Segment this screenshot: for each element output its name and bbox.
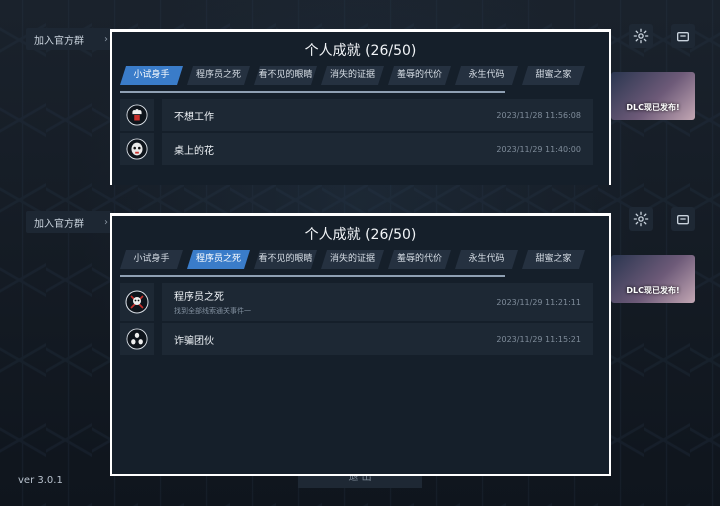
tabs-scroll-indicator — [120, 91, 505, 93]
tab-category-6[interactable]: 永生代码 — [455, 66, 518, 85]
dlc-banner-text: DLC现已发布! — [626, 103, 680, 112]
panel-title: 个人成就 (26/50) — [304, 227, 417, 243]
tab-category-1[interactable]: 小试身手 — [120, 250, 183, 269]
tab-category-6[interactable]: 永生代码 — [455, 250, 518, 269]
achievement-list: 不想工作 2023/11/28 11:56:08 桌上的花 2023/11/29… — [112, 99, 609, 165]
settings-button[interactable] — [629, 207, 653, 231]
tab-category-2[interactable]: 程序员之死 — [187, 250, 250, 269]
achievement-name: 诈骗团伙 — [174, 335, 214, 347]
mailbox-icon — [677, 215, 689, 225]
version-label: ver 3.0.1 — [18, 475, 63, 486]
mailbox-icon — [677, 31, 689, 42]
achievement-name: 不想工作 — [174, 111, 214, 123]
tabs-scroll-indicator — [120, 275, 505, 277]
join-group-label: 加入官方群 — [34, 218, 84, 230]
achievement-badge — [120, 99, 154, 131]
tab-category-5[interactable]: 羞辱的代价 — [388, 66, 451, 85]
achievement-time: 2023/11/29 11:15:21 — [496, 334, 581, 344]
join-group-button[interactable]: 加入官方群 › — [26, 28, 112, 50]
chef-icon — [126, 104, 148, 126]
achievement-badge — [120, 283, 154, 321]
tab-category-2[interactable]: 程序员之死 — [187, 66, 250, 85]
achievement-time: 2023/11/28 11:56:08 — [496, 110, 581, 120]
achievement-item[interactable]: 程序员之死 找到全部线索通关事件一 2023/11/29 11:21:11 — [120, 283, 593, 321]
achievement-name: 桌上的花 — [174, 145, 214, 157]
tab-category-7[interactable]: 甜蜜之家 — [522, 66, 585, 85]
achievements-panel: 个人成就 (26/50) 小试身手 程序员之死 看不见的眼睛 消失的证据 羞辱的… — [110, 29, 611, 185]
mail-button[interactable] — [671, 207, 695, 231]
achievement-time: 2023/11/29 11:40:00 — [496, 144, 581, 154]
join-group-button[interactable]: 加入官方群 › — [26, 211, 112, 233]
achievement-badge — [120, 133, 154, 165]
tab-category-4[interactable]: 消失的证据 — [321, 250, 384, 269]
tab-category-3[interactable]: 看不见的眼睛 — [254, 66, 317, 85]
gear-icon — [633, 28, 649, 44]
chevron-right-icon: › — [104, 33, 108, 45]
settings-button[interactable] — [629, 24, 653, 48]
tab-category-5[interactable]: 羞辱的代价 — [388, 250, 451, 269]
achievement-item[interactable]: 桌上的花 2023/11/29 11:40:00 — [120, 133, 593, 165]
achievement-name: 程序员之死 — [174, 292, 224, 303]
achievements-panel: 个人成就 (26/50) 小试身手 程序员之死 看不见的眼睛 消失的证据 羞辱的… — [110, 213, 611, 476]
achievement-item[interactable]: 诈骗团伙 2023/11/29 11:15:21 — [120, 323, 593, 355]
achievement-badge — [120, 323, 154, 355]
chevron-right-icon: › — [104, 216, 108, 228]
achievement-body: 桌上的花 2023/11/29 11:40:00 — [162, 133, 593, 165]
achievement-body: 诈骗团伙 2023/11/29 11:15:21 — [162, 323, 593, 355]
tab-category-7[interactable]: 甜蜜之家 — [522, 250, 585, 269]
achievement-list: 程序员之死 找到全部线索通关事件一 2023/11/29 11:21:11 诈骗… — [112, 283, 609, 355]
tab-category-4[interactable]: 消失的证据 — [321, 66, 384, 85]
skull-swords-icon — [125, 290, 149, 314]
masks-icon — [126, 328, 148, 350]
category-tabs: 小试身手 程序员之死 看不见的眼睛 消失的证据 羞辱的代价 永生代码 甜蜜之家 — [120, 250, 609, 269]
achievement-time: 2023/11/29 11:21:11 — [496, 297, 581, 307]
ghost-face-icon — [126, 138, 148, 160]
achievement-item[interactable]: 不想工作 2023/11/28 11:56:08 — [120, 99, 593, 131]
dlc-banner-text: DLC现已发布! — [626, 286, 680, 295]
join-group-label: 加入官方群 — [34, 35, 84, 47]
achievement-body: 程序员之死 找到全部线索通关事件一 2023/11/29 11:21:11 — [162, 283, 593, 321]
panel-title: 个人成就 (26/50) — [304, 43, 417, 59]
gear-icon — [633, 211, 649, 227]
dlc-banner[interactable]: DLC现已发布! — [611, 255, 695, 303]
mail-button[interactable] — [671, 24, 695, 48]
achievement-body: 不想工作 2023/11/28 11:56:08 — [162, 99, 593, 131]
category-tabs: 小试身手 程序员之死 看不见的眼睛 消失的证据 羞辱的代价 永生代码 甜蜜之家 — [120, 66, 609, 85]
achievement-description: 找到全部线索通关事件一 — [174, 307, 251, 315]
dlc-banner[interactable]: DLC现已发布! — [611, 72, 695, 120]
tab-category-3[interactable]: 看不见的眼睛 — [254, 250, 317, 269]
tab-category-1[interactable]: 小试身手 — [120, 66, 183, 85]
